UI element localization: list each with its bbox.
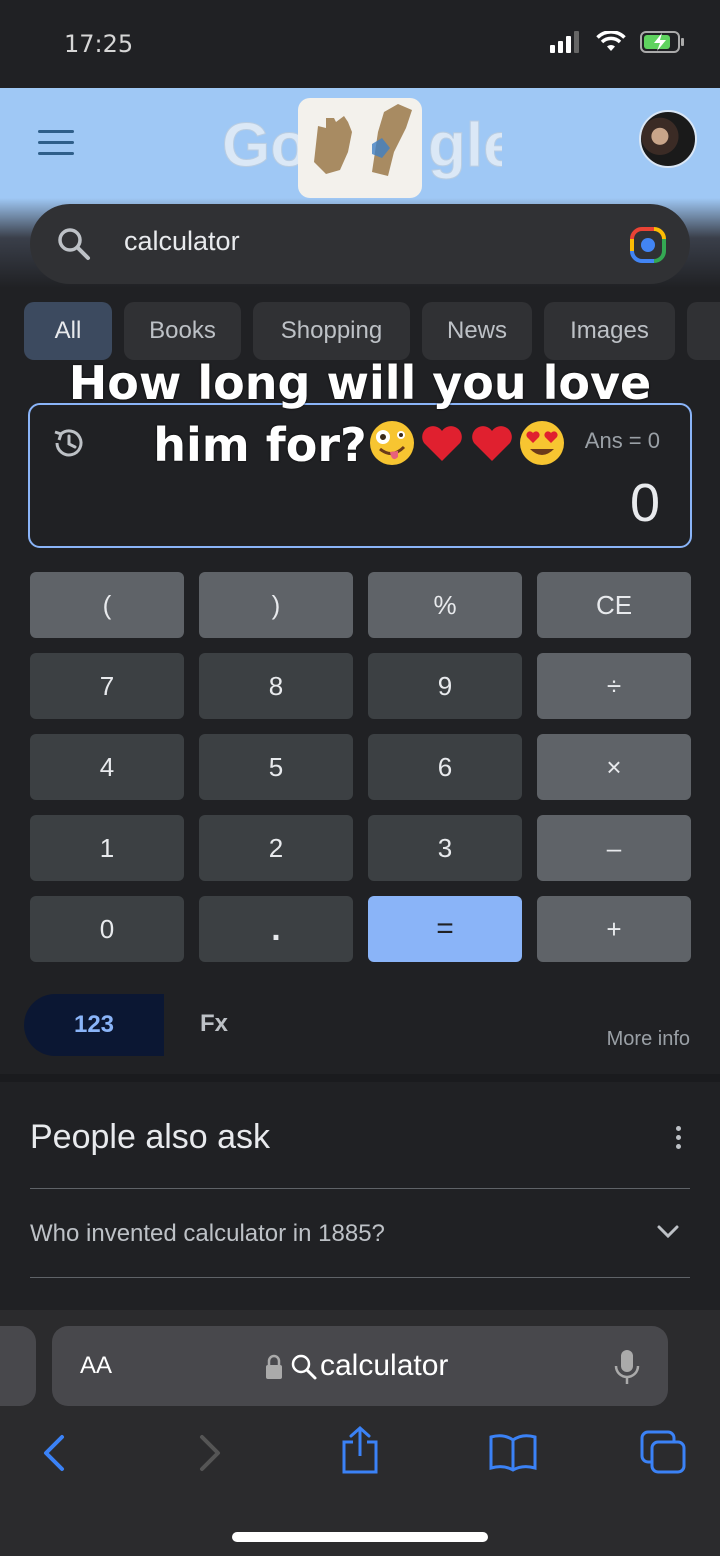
- question-item[interactable]: Who invented calculator in 1885?: [30, 1220, 385, 1248]
- account-avatar[interactable]: [639, 110, 697, 168]
- divider: [30, 1188, 690, 1189]
- key-equals[interactable]: =: [368, 896, 522, 962]
- mode-basic-button[interactable]: 123: [24, 994, 164, 1056]
- wifi-icon: [596, 31, 626, 51]
- key-open-paren[interactable]: (: [30, 572, 184, 638]
- search-icon: [291, 1354, 317, 1380]
- key-percent[interactable]: %: [368, 572, 522, 638]
- page-settings-button[interactable]: AA: [80, 1352, 112, 1380]
- forward-icon[interactable]: [194, 1434, 224, 1472]
- key-subtract[interactable]: –: [537, 815, 691, 881]
- key-4[interactable]: 4: [30, 734, 184, 800]
- caption-line-1: How long will you love: [68, 356, 652, 410]
- lock-icon: [266, 1354, 282, 1379]
- cellular-signal-icon: [550, 31, 579, 53]
- tabs-icon[interactable]: [640, 1430, 688, 1476]
- divider: [30, 1277, 690, 1278]
- google-doodle-logo[interactable]: Go gle: [222, 92, 502, 200]
- zany-face-emoji-icon: [369, 421, 414, 465]
- key-1[interactable]: 1: [30, 815, 184, 881]
- bookmarks-icon[interactable]: [488, 1432, 538, 1472]
- people-also-ask-title: People also ask: [30, 1118, 271, 1156]
- key-divide[interactable]: ÷: [537, 653, 691, 719]
- calculator-result: 0: [629, 473, 660, 533]
- more-info-link[interactable]: More info: [607, 1028, 690, 1051]
- more-options-icon[interactable]: [676, 1126, 682, 1153]
- heart-emoji-icon: [421, 426, 462, 461]
- battery-charging-icon: [640, 31, 684, 53]
- svg-text:gle: gle: [428, 111, 502, 180]
- heart-emoji-icon: [471, 426, 512, 461]
- key-0[interactable]: 0: [30, 896, 184, 962]
- microphone-icon[interactable]: [614, 1348, 640, 1386]
- status-icons: [550, 30, 686, 54]
- key-multiply[interactable]: ×: [537, 734, 691, 800]
- heart-eyes-emoji-icon: [519, 421, 564, 465]
- share-icon[interactable]: [340, 1426, 380, 1474]
- key-3[interactable]: 3: [368, 815, 522, 881]
- key-6[interactable]: 6: [368, 734, 522, 800]
- address-bar-text[interactable]: calculator: [320, 1349, 448, 1383]
- key-9[interactable]: 9: [368, 653, 522, 719]
- overlay-caption: How long will you love him for?: [0, 352, 720, 476]
- key-close-paren[interactable]: ): [199, 572, 353, 638]
- key-decimal[interactable]: .: [199, 896, 353, 962]
- mode-functions-button[interactable]: Fx: [200, 1010, 228, 1038]
- chevron-down-icon[interactable]: [656, 1224, 680, 1240]
- home-indicator: [232, 1532, 488, 1542]
- key-add[interactable]: +: [537, 896, 691, 962]
- key-7[interactable]: 7: [30, 653, 184, 719]
- back-icon[interactable]: [40, 1434, 70, 1472]
- key-clear-entry[interactable]: CE: [537, 572, 691, 638]
- section-divider: [0, 1074, 720, 1082]
- svg-text:Go: Go: [222, 111, 308, 180]
- previous-tab-preview[interactable]: [0, 1326, 36, 1406]
- key-2[interactable]: 2: [199, 815, 353, 881]
- search-icon: [58, 228, 90, 260]
- status-time: 17:25: [64, 30, 134, 58]
- google-lens-camera-icon[interactable]: [628, 225, 668, 265]
- search-input[interactable]: calculator: [124, 226, 240, 257]
- menu-icon[interactable]: [38, 130, 74, 156]
- caption-line-2: him for?: [0, 414, 720, 476]
- caption-line-2-text: him for?: [153, 418, 367, 472]
- key-5[interactable]: 5: [199, 734, 353, 800]
- key-8[interactable]: 8: [199, 653, 353, 719]
